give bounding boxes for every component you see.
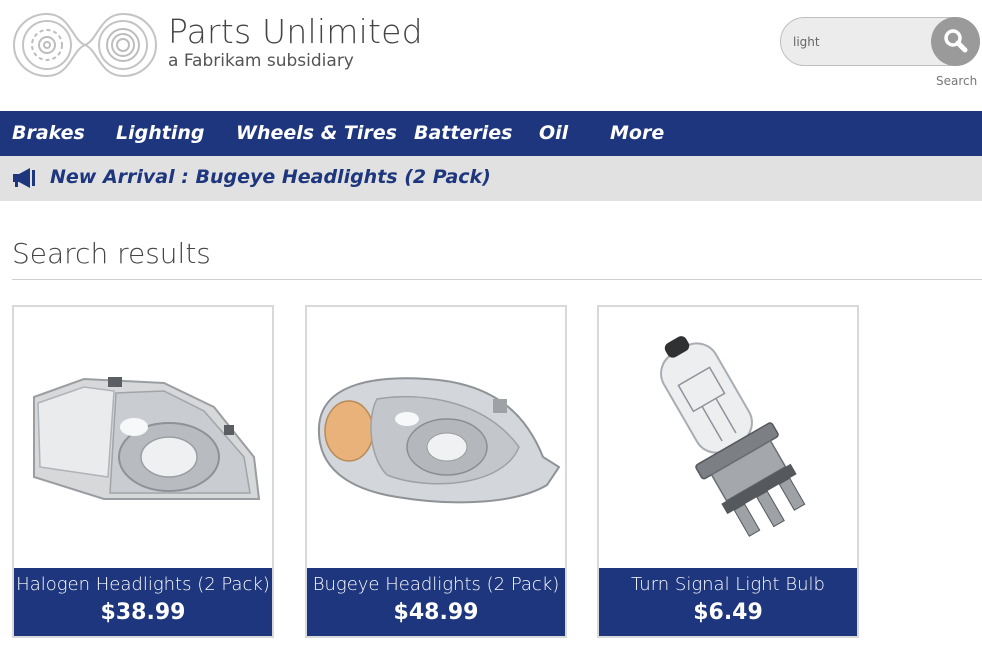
megaphone-icon	[12, 166, 36, 190]
nav-item-wheels-tires[interactable]: Wheels & Tires	[236, 111, 397, 156]
product-card[interactable]: Turn Signal Light Bulb $6.49	[597, 305, 859, 638]
parts-unlimited-logo[interactable]	[12, 10, 158, 80]
product-price: $48.99	[393, 600, 479, 625]
product-name[interactable]: Bugeye Headlights (2 Pack)	[307, 574, 565, 595]
product-card[interactable]: Halogen Headlights (2 Pack) $38.99	[12, 305, 274, 638]
product-price: $6.49	[693, 600, 763, 625]
product-image-halogen-headlight[interactable]	[14, 307, 272, 567]
announcement-link[interactable]: New Arrival : Bugeye Headlights (2 Pack)	[50, 166, 491, 188]
search-icon	[944, 29, 968, 53]
product-info: Turn Signal Light Bulb $6.49	[599, 568, 857, 636]
brand-subtitle: a Fabrikam subsidiary	[168, 51, 354, 71]
product-card[interactable]: Bugeye Headlights (2 Pack) $48.99	[305, 305, 567, 638]
search-button[interactable]	[931, 17, 980, 66]
product-image-light-bulb[interactable]	[599, 307, 857, 567]
nav-item-batteries[interactable]: Batteries	[414, 111, 512, 156]
product-name[interactable]: Halogen Headlights (2 Pack)	[14, 574, 272, 595]
product-info: Bugeye Headlights (2 Pack) $48.99	[307, 568, 565, 636]
product-info: Halogen Headlights (2 Pack) $38.99	[14, 568, 272, 636]
nav-item-brakes[interactable]: Brakes	[12, 111, 85, 156]
nav-item-more[interactable]: More	[610, 111, 664, 156]
search-label[interactable]: Search	[936, 74, 977, 88]
divider	[12, 279, 982, 280]
nav-item-lighting[interactable]: Lighting	[116, 111, 204, 156]
category-nav: Brakes Lighting Wheels & Tires Batteries…	[0, 111, 982, 156]
site-header: Parts Unlimited a Fabrikam subsidiary Se…	[0, 0, 982, 111]
brand-title: Parts Unlimited	[168, 12, 423, 51]
search-input[interactable]	[793, 32, 923, 52]
product-image-bugeye-headlight[interactable]	[307, 307, 565, 567]
product-price: $38.99	[100, 600, 186, 625]
page-title: Search results	[12, 237, 211, 270]
product-name[interactable]: Turn Signal Light Bulb	[599, 574, 857, 595]
nav-item-oil[interactable]: Oil	[539, 111, 568, 156]
